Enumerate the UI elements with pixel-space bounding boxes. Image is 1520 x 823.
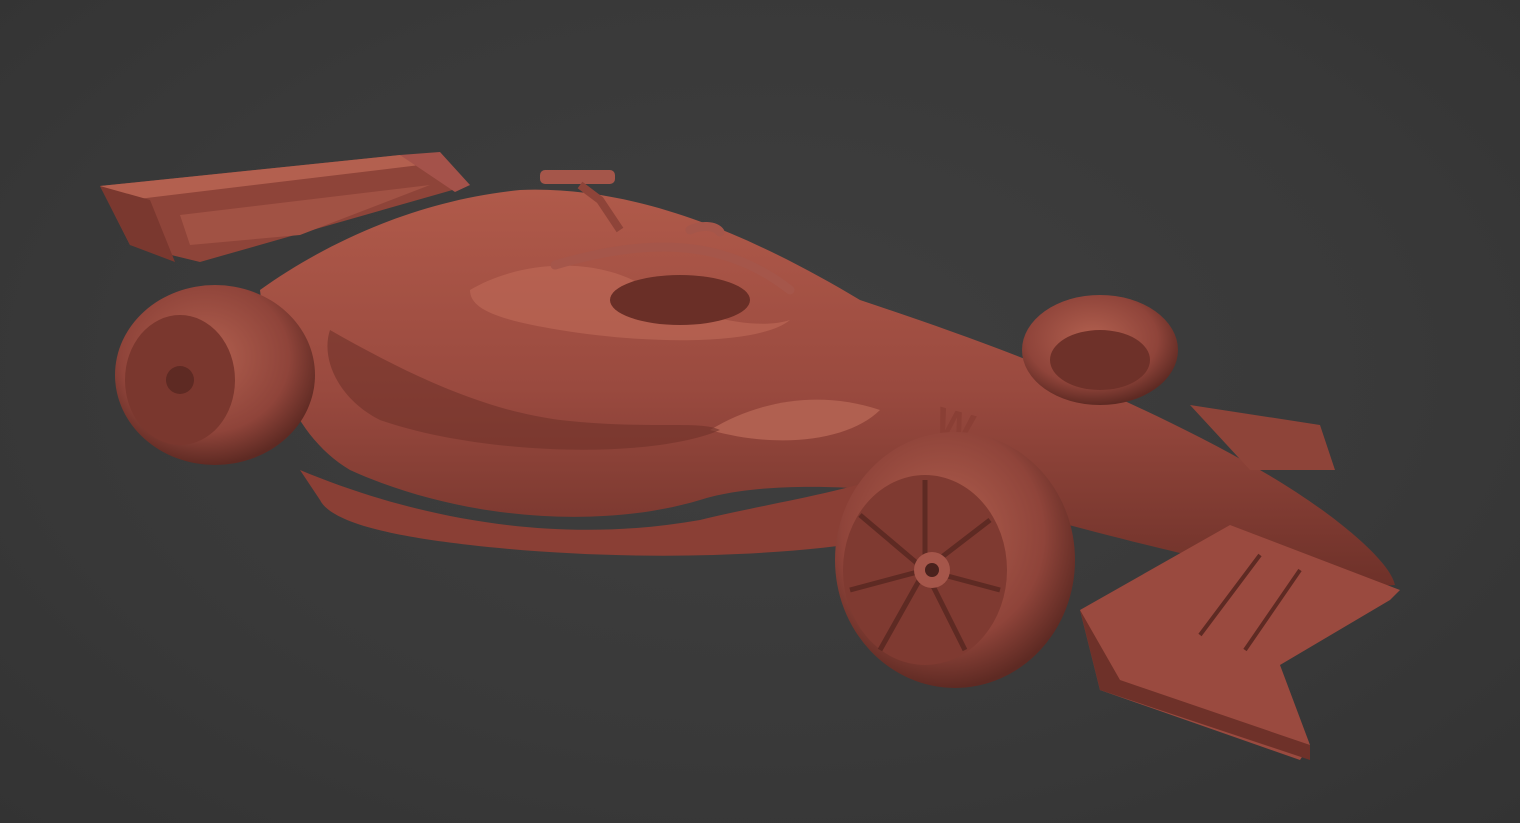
airbox-camera	[540, 170, 615, 184]
cockpit	[610, 275, 750, 325]
car-render: W	[100, 152, 1400, 760]
car-body: W	[260, 189, 1395, 586]
3d-viewport[interactable]: W	[0, 0, 1520, 823]
front-right-wheel	[1022, 295, 1178, 405]
front-left-wheel	[835, 432, 1075, 688]
rear-left-wheel	[115, 285, 315, 465]
